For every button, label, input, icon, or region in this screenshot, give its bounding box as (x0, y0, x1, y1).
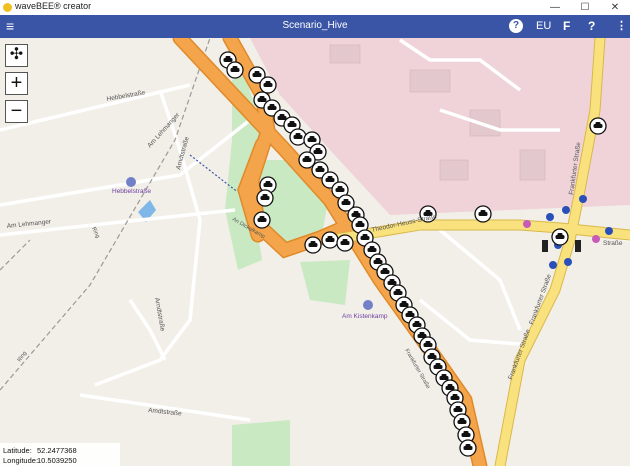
vehicle-icon[interactable] (289, 128, 307, 146)
zoom-out-button[interactable]: − (5, 100, 28, 123)
vehicle-icon[interactable] (419, 205, 437, 223)
zoom-in-button[interactable]: + (5, 72, 28, 95)
window-titlebar: waveBEE® creator — ☐ ✕ (0, 0, 630, 16)
app-title: waveBEE® creator (15, 1, 92, 11)
app-bar: ≡ Scenario_Hive ? EU F ? ⋮ (0, 15, 630, 38)
question-button[interactable]: ? (588, 18, 595, 34)
f-button[interactable]: F (563, 18, 570, 34)
map-view[interactable]: Hebbelstraße Am Lehmanger Arndtstraße He… (0, 38, 630, 466)
fit-extent-icon[interactable]: ✣ (5, 44, 28, 67)
coordinate-readout: Latitude: 52.2477368 Longitude: 10.50392… (0, 443, 120, 466)
vehicle-icon[interactable] (321, 231, 339, 249)
longitude-value: 10.5039250 (37, 456, 77, 465)
vehicle-icon[interactable] (226, 61, 244, 79)
vehicle-icon[interactable] (304, 236, 322, 254)
close-button[interactable]: ✕ (600, 0, 630, 15)
more-options-icon[interactable]: ⋮ (616, 18, 627, 34)
vehicle-icon[interactable] (474, 205, 492, 223)
vehicle-icon[interactable] (259, 76, 277, 94)
minimize-button[interactable]: — (540, 0, 570, 15)
help-circle-icon[interactable]: ? (509, 19, 523, 33)
vehicle-icon[interactable] (256, 189, 274, 207)
maximize-button[interactable]: ☐ (570, 0, 600, 15)
bus-stop-icon (363, 300, 373, 310)
vehicle-icon[interactable] (253, 211, 271, 229)
map-canvas[interactable] (0, 38, 630, 466)
vehicle-icon[interactable] (589, 117, 607, 135)
longitude-label: Longitude: (3, 456, 39, 465)
vehicle-icon[interactable] (551, 228, 569, 246)
latitude-label: Latitude: (3, 446, 32, 455)
vehicle-icon[interactable] (459, 439, 477, 457)
region-button[interactable]: EU (536, 18, 551, 34)
latitude-value: 52.2477368 (37, 446, 77, 455)
vehicle-icon[interactable] (336, 234, 354, 252)
bee-app-icon (3, 3, 12, 12)
bus-stop-icon (126, 177, 136, 187)
